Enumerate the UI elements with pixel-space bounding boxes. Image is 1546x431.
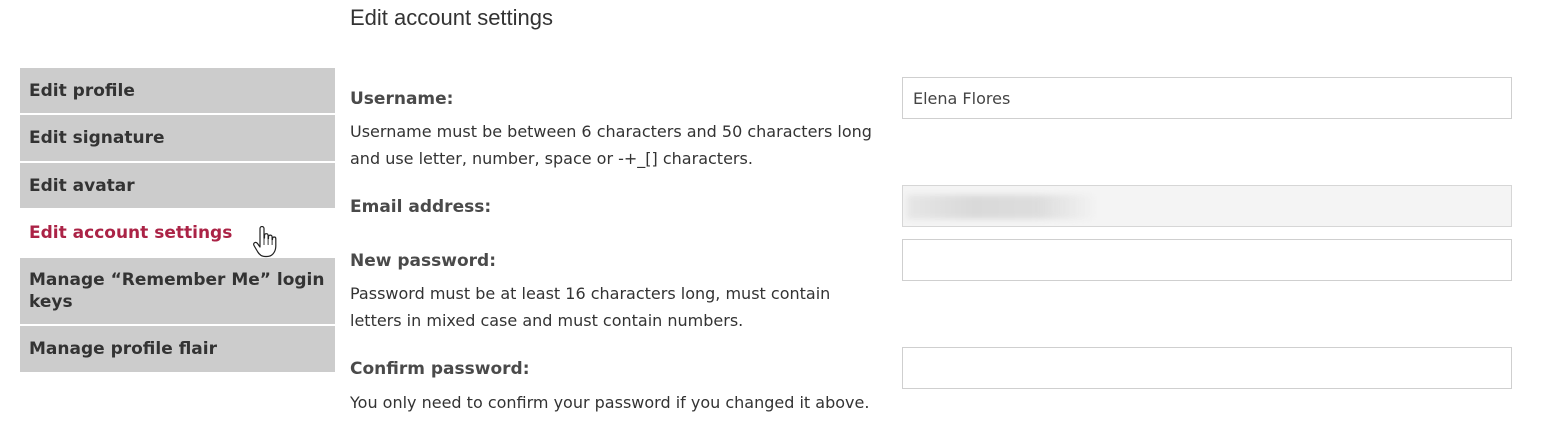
tab-manage-profile-flair[interactable]: Manage profile flair: [20, 326, 335, 372]
username-help: Username must be between 6 characters an…: [350, 122, 872, 168]
confirm-password-row: Confirm password: You only need to confi…: [350, 347, 1512, 418]
new-password-label: New password:: [350, 251, 496, 271]
confirm-password-input[interactable]: [902, 347, 1512, 389]
new-password-input[interactable]: [902, 239, 1512, 281]
username-label: Username:: [350, 89, 454, 109]
page-title: Edit account settings: [350, 5, 554, 30]
tab-manage-remember-me-login-keys[interactable]: Manage “Remember Me” login keys: [20, 258, 335, 324]
new-password-row: New password: Password must be at least …: [350, 239, 1512, 340]
new-password-help: Password must be at least 16 characters …: [350, 284, 831, 330]
email-row: Email address:: [350, 185, 1512, 240]
hand-pointer-icon: [253, 226, 277, 258]
tab-edit-profile[interactable]: Edit profile: [20, 68, 335, 113]
username-input[interactable]: [902, 77, 1512, 119]
tab-edit-signature[interactable]: Edit signature: [20, 115, 335, 161]
username-row: Username: Username must be between 6 cha…: [350, 77, 1512, 178]
tab-edit-account-settings[interactable]: Edit account settings: [20, 210, 335, 256]
email-input[interactable]: [902, 185, 1512, 227]
confirm-password-help: You only need to confirm your password i…: [350, 393, 870, 412]
confirm-password-label: Confirm password:: [350, 359, 530, 379]
profile-tabs: Edit profile Edit signature Edit avatar …: [20, 68, 335, 374]
email-redacted-value: [907, 195, 1097, 219]
email-label: Email address:: [350, 197, 492, 217]
tab-edit-avatar[interactable]: Edit avatar: [20, 163, 335, 208]
